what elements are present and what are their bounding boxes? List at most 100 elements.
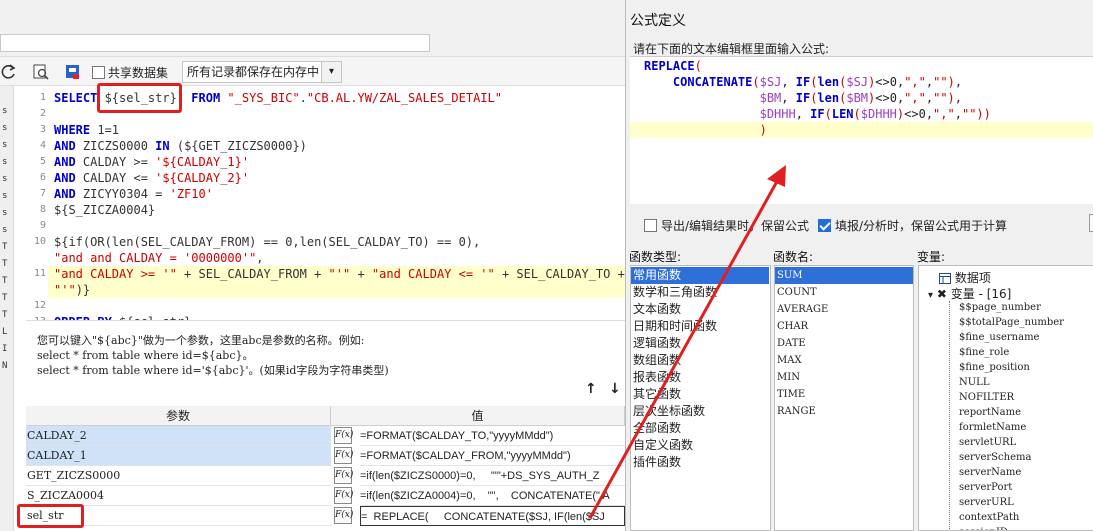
dataset-settings-icon[interactable] (64, 63, 82, 81)
sql-line[interactable]: WHERE 1=1 (54, 122, 119, 138)
sql-line[interactable]: ${S_ZICZA0004} (54, 202, 155, 218)
param-row[interactable]: CALDAY_1 F(x) =FORMAT($CALDAY_FROM,"yyyyMM… (26, 446, 625, 466)
variable-item[interactable]: serverPort (959, 480, 1012, 495)
sql-editor[interactable]: 1 SELECT ${sel_str} FROM "_SYS_BIC"."CB.A… (26, 88, 625, 320)
param-name-cell[interactable]: S_ZICZA0004 (26, 486, 331, 506)
function-type-item[interactable]: 常用函数 (631, 267, 769, 284)
variable-item[interactable]: NULL (959, 375, 989, 390)
share-dataset-option[interactable]: 共享数据集 (92, 64, 168, 81)
param-row[interactable]: CALDAY_2 F(x) =FORMAT($CALDAY_TO,"yyyyMMdd… (26, 426, 625, 446)
dataset-list-char[interactable]: I (2, 344, 7, 354)
param-name-cell[interactable]: CALDAY_2 (26, 426, 331, 446)
formula-button[interactable]: F(x) (334, 447, 353, 464)
function-name-item[interactable]: SUM (775, 267, 913, 284)
param-row[interactable]: S_ZICZA0004 F(x) =if(len($ZICZA0004)=0, ""… (26, 486, 625, 506)
dataset-list-char[interactable]: L (2, 327, 7, 337)
function-type-item[interactable]: 报表函数 (633, 369, 681, 386)
variable-item[interactable]: serverSchema (959, 450, 1031, 465)
variable-item[interactable]: reportName (959, 405, 1021, 420)
variable-item[interactable]: $fine_role (959, 345, 1009, 360)
sql-line[interactable]: AND ZICZS0000 IN (${GET_ZICZS0000}) (54, 138, 307, 154)
dataset-list-char[interactable]: s (2, 225, 7, 235)
formula-editor[interactable]: REPLACE( CONCATENATE($SJ, IF(len($SJ)<>0… (630, 56, 1093, 204)
dataset-list-char[interactable]: T (2, 242, 7, 252)
dataset-list-char[interactable]: T (2, 310, 7, 320)
formula-line[interactable]: $DHHH, IF(LEN($DHHH)<>0,",","")) (644, 106, 991, 122)
function-type-item[interactable]: 日期和时间函数 (633, 318, 717, 335)
function-type-item[interactable]: 数学和三角函数 (633, 284, 717, 301)
move-down-icon[interactable]: ↓ (609, 381, 621, 397)
export-keep-formula-checkbox[interactable] (644, 219, 657, 232)
param-name-cell[interactable]: CALDAY_1 (26, 446, 331, 466)
chevron-down-icon[interactable]: ▾ (321, 62, 341, 82)
fill-keep-formula-checkbox[interactable] (818, 219, 831, 232)
sql-line[interactable]: "and CALDAY >= '" + SEL_CALDAY_FROM + "'… (54, 266, 625, 282)
move-up-icon[interactable]: ↑ (585, 381, 597, 397)
function-name-item[interactable]: COUNT (777, 284, 817, 301)
name-field[interactable] (0, 34, 430, 52)
function-name-item[interactable]: AVERAGE (777, 301, 828, 318)
formula-line[interactable]: CONCATENATE($SJ, IF(len($SJ)<>0,",",""), (644, 74, 962, 90)
share-dataset-checkbox[interactable] (92, 66, 105, 79)
function-type-item[interactable]: 数组函数 (633, 352, 681, 369)
variable-item[interactable]: NOFILTER (959, 390, 1014, 405)
dataset-list-char[interactable]: s (2, 123, 7, 133)
formula-button[interactable]: F(x) (334, 487, 353, 504)
function-type-item[interactable]: 其它函数 (633, 386, 681, 403)
sql-line[interactable]: AND CALDAY >= '${CALDAY_1}' (54, 154, 249, 170)
fill-keep-formula-option[interactable]: 填报/分析时，保留公式用于计算 (818, 217, 1007, 234)
param-value-cell[interactable]: =if(len($ZICZS0000)=0, "'"+DS_SYS_AUTH_Z (360, 466, 625, 486)
variable-item[interactable]: serverName (959, 465, 1021, 480)
dataset-list-char[interactable]: s (2, 191, 7, 201)
dataset-list-char[interactable]: s (2, 140, 7, 150)
variable-item[interactable]: $$page_number (959, 300, 1041, 315)
dataset-list-char[interactable]: s (2, 208, 7, 218)
variable-item[interactable]: serverURL (959, 495, 1014, 510)
function-type-item[interactable]: 全部函数 (633, 420, 681, 437)
variable-item[interactable]: formletName (959, 420, 1026, 435)
sql-line[interactable]: AND CALDAY <= '${CALDAY_2}' (54, 170, 249, 186)
dataset-list-char[interactable]: T (2, 259, 7, 269)
formula-button[interactable]: F(x) (334, 507, 353, 524)
function-type-item[interactable]: 插件函数 (633, 454, 681, 471)
formula-button[interactable]: F(x) (334, 427, 353, 444)
dataset-list-char[interactable]: N (2, 361, 7, 371)
function-type-item[interactable]: 自定义函数 (633, 437, 693, 454)
function-name-item[interactable]: TIME (777, 386, 805, 403)
param-value-cell[interactable]: =FORMAT($CALDAY_TO,"yyyyMMdd") (360, 426, 625, 446)
formula-line[interactable]: ) (644, 122, 767, 138)
function-type-item[interactable]: 文本函数 (633, 301, 681, 318)
function-type-item[interactable]: 逻辑函数 (633, 335, 681, 352)
dataset-list-char[interactable]: s (2, 174, 7, 184)
variable-item[interactable]: sessionID (959, 525, 1008, 530)
function-name-item[interactable]: CHAR (777, 318, 808, 335)
variable-item[interactable]: contextPath (959, 510, 1019, 525)
param-row[interactable]: GET_ZICZS0000 F(x) =if(len($ZICZS0000)=0, … (26, 466, 625, 486)
formula-line[interactable]: $BM, IF(len($BM)<>0,",",""), (644, 90, 962, 106)
tree-root-item[interactable]: 数据项 (939, 269, 991, 286)
variable-item[interactable]: $$totalPage_number (959, 315, 1064, 330)
param-value-cell[interactable]: =FORMAT($CALDAY_FROM,"yyyyMMdd") (360, 446, 625, 466)
variable-tree[interactable]: 数据项 ▾ ✖ 变量 - [16] $$page_number $$totalPa… (918, 265, 1093, 531)
sql-line[interactable]: "and and CALDAY = '0000000'", (54, 250, 264, 266)
function-name-item[interactable]: DATE (777, 335, 806, 352)
dataset-list-char[interactable]: s (2, 157, 7, 167)
refresh-icon[interactable] (0, 63, 18, 81)
sql-line[interactable]: AND ZICYY0304 = 'ZF10' (54, 186, 213, 202)
storage-mode-select[interactable]: 所有记录都保存在内存中 ▾ (182, 61, 342, 83)
function-name-list[interactable]: SUM COUNT AVERAGE CHAR DATE MAX MIN TIME RANGE (774, 265, 914, 531)
dataset-list-char[interactable]: T (2, 276, 7, 286)
variable-item[interactable]: $fine_position (959, 360, 1030, 375)
sql-line[interactable]: "'")} (54, 282, 90, 298)
param-row[interactable]: sel_str F(x) = REPLACE( CONCATENATE($SJ, I… (26, 506, 625, 526)
expand-icon[interactable]: ▾ (928, 290, 933, 301)
function-name-item[interactable]: MAX (777, 352, 802, 369)
variable-item[interactable]: $fine_username (959, 330, 1039, 345)
dataset-list-char[interactable]: s (2, 106, 7, 116)
dialog-side-button[interactable] (1089, 214, 1093, 232)
function-name-item[interactable]: MIN (777, 369, 800, 386)
function-name-item[interactable]: RANGE (777, 403, 816, 420)
variable-item[interactable]: servletURL (959, 435, 1016, 450)
export-keep-formula-option[interactable]: 导出/编辑结果时，保留公式 (644, 217, 809, 234)
param-name-cell[interactable]: GET_ZICZS0000 (26, 466, 331, 486)
